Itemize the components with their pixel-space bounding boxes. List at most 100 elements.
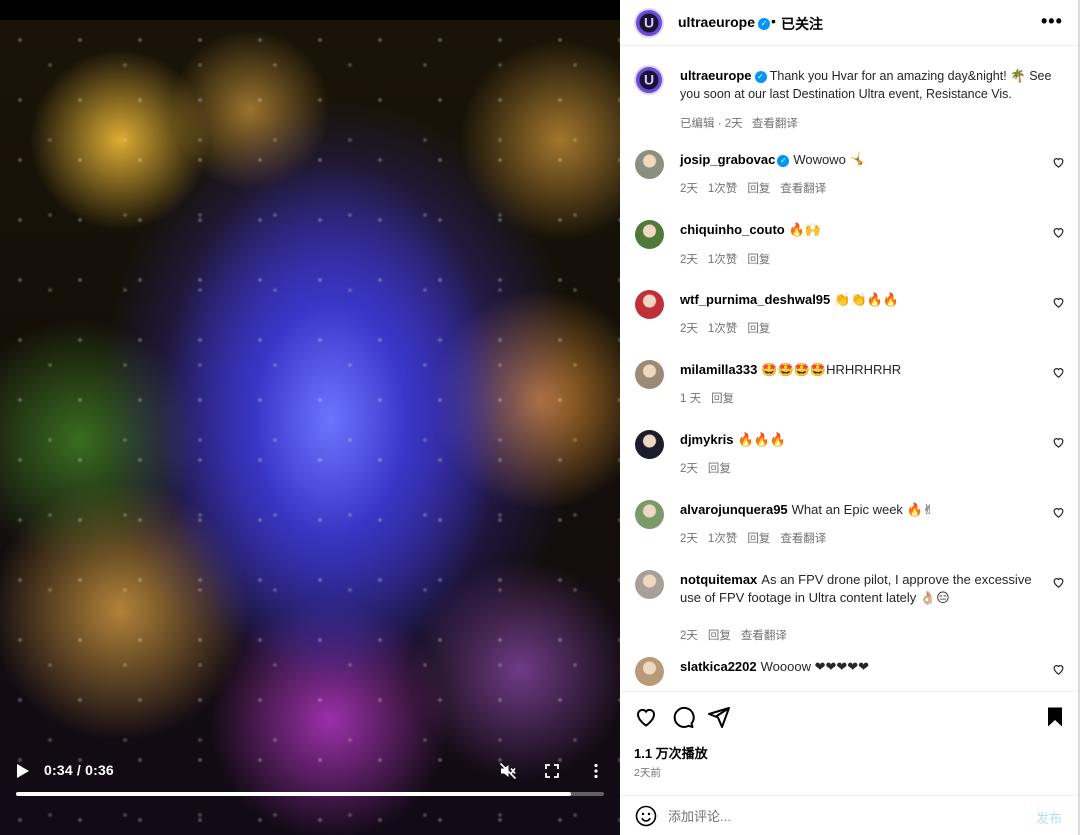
avatar[interactable] <box>635 150 664 179</box>
comment-body: Wowowo 🤸 <box>793 152 866 167</box>
following-button[interactable]: 已关注 <box>781 14 823 34</box>
fullscreen-icon[interactable] <box>543 762 561 780</box>
play-icon[interactable] <box>16 763 30 779</box>
more-vertical-icon[interactable] <box>587 762 605 780</box>
comment-meta: 2天 回复 查看翻译 <box>680 627 797 643</box>
comment-text: chiquinho_couto 🔥🙌 <box>680 221 1040 239</box>
time-readout: 0:34 / 0:36 <box>44 762 114 778</box>
comment-meta: 2天 回复 <box>680 460 741 476</box>
comment-like-count[interactable]: 1次赞 <box>708 254 737 266</box>
avatar[interactable]: U <box>634 8 664 38</box>
avatar[interactable] <box>635 290 664 319</box>
comment-username[interactable]: chiquinho_couto <box>680 222 785 237</box>
caption-username[interactable]: ultraeurope <box>680 68 752 83</box>
comment-like-count[interactable]: 1次赞 <box>708 183 737 195</box>
comment-heart-icon[interactable] <box>1052 663 1065 676</box>
avatar[interactable] <box>635 500 664 529</box>
comment-item: slatkica2202 Woooow ❤❤❤❤❤ <box>620 657 1078 691</box>
reply-button[interactable]: 回复 <box>747 183 770 195</box>
reply-button[interactable]: 回复 <box>708 630 731 642</box>
comment-composer: 发布 <box>620 795 1078 835</box>
comment-time: 1 天 <box>680 393 702 405</box>
avatar[interactable] <box>635 220 664 249</box>
comment-meta: 2天 1次赞 回复 <box>680 320 780 336</box>
comment-heart-icon[interactable] <box>1052 366 1065 379</box>
comment-heart-icon[interactable] <box>1052 576 1065 589</box>
post-date: 2天前 <box>634 767 661 779</box>
comment-time: 2天 <box>680 183 698 195</box>
comment-username[interactable]: milamilla333 <box>680 362 757 377</box>
reply-button[interactable]: 回复 <box>747 533 770 545</box>
avatar[interactable]: U <box>634 65 664 95</box>
comment-username[interactable]: josip_grabovac <box>680 152 775 167</box>
see-translation-link[interactable]: 查看翻译 <box>780 183 826 195</box>
comment-meta: 1 天回复 <box>680 390 744 406</box>
avatar[interactable] <box>635 570 664 599</box>
verified-icon: ✓ <box>754 71 767 83</box>
post-panel: U ultraeurope ✓ • 已关注 ••• U ultraeurope ✓ … <box>620 0 1080 835</box>
video-progress-fill <box>16 792 572 796</box>
comment-text: alvarojunquera95 What an Epic week 🔥✌ <box>680 501 1040 519</box>
avatar[interactable] <box>635 360 664 389</box>
avatar-letter: U <box>643 71 655 88</box>
comment-like-count[interactable]: 1次赞 <box>708 323 737 335</box>
reply-button[interactable]: 回复 <box>711 393 734 405</box>
heart-icon[interactable] <box>634 705 658 729</box>
view-count[interactable]: 1.1 万次播放 <box>634 743 708 762</box>
comment-username[interactable]: alvarojunquera95 <box>680 502 788 517</box>
comment-time: 2天 <box>680 254 698 266</box>
emoji-icon[interactable] <box>635 805 657 827</box>
comment-time: 2天 <box>680 323 698 335</box>
comment-item: alvarojunquera95 What an Epic week 🔥✌ 2天 1次… <box>620 500 1078 570</box>
comment-username[interactable]: wtf_purnima_deshwal95 <box>680 292 830 307</box>
comment-heart-icon[interactable] <box>1052 436 1065 449</box>
comment-item: milamilla333 🤩🤩🤩🤩HRHRHRHR 1 天回复 <box>620 360 1078 430</box>
verified-icon: ✓ <box>758 18 771 30</box>
comment-heart-icon[interactable] <box>1052 226 1065 239</box>
reply-button[interactable]: 回复 <box>747 254 770 266</box>
comment-meta: 2天 1次赞 回复 查看翻译 <box>680 530 836 546</box>
share-icon[interactable] <box>707 705 731 729</box>
reply-button[interactable]: 回复 <box>708 463 731 475</box>
comment-item: wtf_purnima_deshwal95 👏👏🔥🔥 2天 1次赞 回复 <box>620 290 1078 360</box>
see-translation-link[interactable]: 查看翻译 <box>780 533 826 545</box>
comment-input[interactable] <box>668 804 1008 828</box>
post-caption: U ultraeurope ✓ Thank you Hvar for an ama… <box>620 51 1078 141</box>
comment-body: 👏👏🔥🔥 <box>834 292 900 307</box>
comment-like-count[interactable]: 1次赞 <box>708 533 737 545</box>
comment-username[interactable]: djmykris <box>680 432 733 447</box>
comment-username[interactable]: slatkica2202 <box>680 659 757 674</box>
comment-body: 🔥🔥🔥 <box>737 432 787 447</box>
comment-time: 2天 <box>680 463 698 475</box>
video-frame[interactable] <box>0 20 620 835</box>
comment-text: josip_grabovac ✓ Wowowo 🤸 <box>680 151 1040 169</box>
comment-body: Woooow ❤❤❤❤❤ <box>760 659 870 674</box>
comment-heart-icon[interactable] <box>1052 506 1065 519</box>
comment-body: 🤩🤩🤩🤩HRHRHRHR <box>761 362 902 377</box>
caption-meta: 已编辑 · 2天 查看翻译 <box>680 115 804 131</box>
comment-meta: 2天 1次赞 回复 查看翻译 <box>680 180 836 196</box>
reply-button[interactable]: 回复 <box>747 323 770 335</box>
mute-icon[interactable] <box>499 762 517 780</box>
comments-list[interactable]: U ultraeurope ✓ Thank you Hvar for an ama… <box>620 51 1078 691</box>
video-progress-bar[interactable] <box>16 792 604 796</box>
see-translation-link[interactable]: 查看翻译 <box>752 118 798 130</box>
comment-heart-icon[interactable] <box>1052 156 1065 169</box>
more-options-icon[interactable]: ••• <box>1041 11 1063 32</box>
avatar[interactable] <box>635 430 664 459</box>
see-translation-link[interactable]: 查看翻译 <box>741 630 787 642</box>
comment-text: wtf_purnima_deshwal95 👏👏🔥🔥 <box>680 291 1040 309</box>
post-comment-button[interactable]: 发布 <box>1036 808 1062 827</box>
comment-meta: 2天 1次赞 回复 <box>680 251 780 267</box>
bookmark-icon[interactable] <box>1043 705 1067 729</box>
post-author-username[interactable]: ultraeurope ✓ <box>678 14 771 30</box>
comment-time: 2天 <box>680 630 698 642</box>
comment-body: 🔥🙌 <box>788 222 822 237</box>
comment-heart-icon[interactable] <box>1052 296 1065 309</box>
comment-username[interactable]: notquitemax <box>680 572 757 587</box>
avatar[interactable] <box>635 657 664 686</box>
username-text: ultraeurope <box>678 14 756 30</box>
comment-text: djmykris 🔥🔥🔥 <box>680 431 1040 449</box>
video-player[interactable]: 0:34 / 0:36 <box>0 0 620 835</box>
comment-icon[interactable] <box>671 705 695 729</box>
